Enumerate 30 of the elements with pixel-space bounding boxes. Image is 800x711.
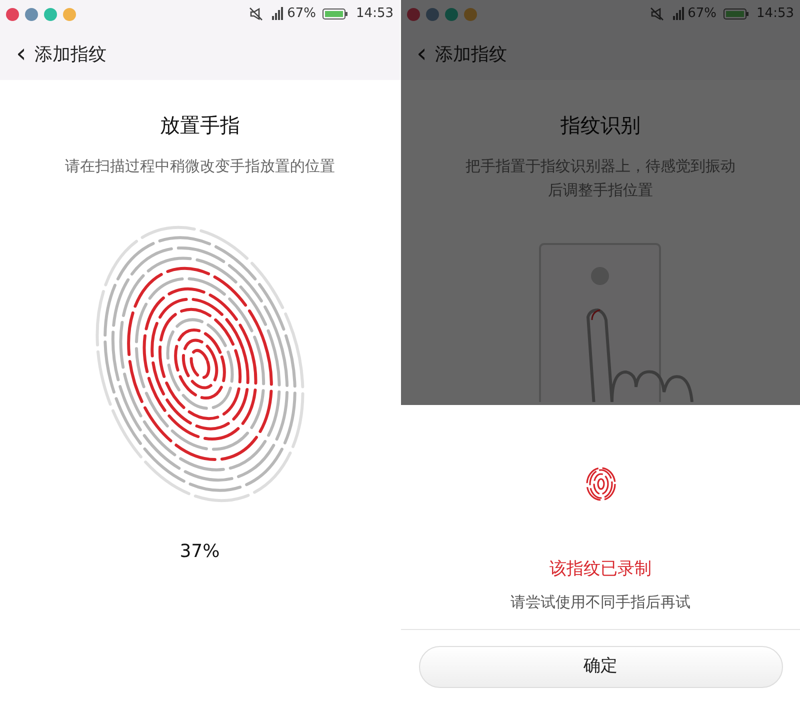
battery-icon xyxy=(722,8,749,20)
step-title: 放置手指 xyxy=(160,112,240,139)
status-time: 14:53 xyxy=(756,5,794,24)
notification-icon xyxy=(44,8,57,20)
mute-icon xyxy=(249,7,264,21)
notification-icon xyxy=(444,8,458,20)
back-button[interactable]: ‹ xyxy=(16,41,26,67)
step-title: 指纹识别 xyxy=(560,112,640,139)
notification-icon xyxy=(6,8,19,20)
notification-icon xyxy=(464,8,476,20)
signal-icon xyxy=(271,7,284,21)
notification-icon xyxy=(25,8,38,20)
notification-icon xyxy=(406,8,420,20)
mute-icon xyxy=(650,7,664,21)
signal-icon xyxy=(672,7,684,21)
step-instructions: 请在扫描过程中稍微改变手指放置的位置 xyxy=(64,156,336,177)
battery-percent: 67% xyxy=(688,5,717,24)
alert-message: 请尝试使用不同手指后再试 xyxy=(510,592,690,612)
notification-icon xyxy=(426,8,438,20)
page-title: 添加指纹 xyxy=(34,42,106,66)
notification-icon xyxy=(63,8,76,20)
battery-percent: 67% xyxy=(287,5,316,24)
progress-percent: 37% xyxy=(180,540,220,564)
status-time: 14:53 xyxy=(356,5,394,24)
fingerprint-icon xyxy=(586,467,616,501)
page-title: 添加指纹 xyxy=(434,42,507,66)
battery-icon xyxy=(322,8,348,20)
alert-title: 该指纹已录制 xyxy=(550,558,652,581)
step-instructions: 把手指置于指纹识别器上，待感觉到振动后调整手指位置 xyxy=(464,156,736,201)
confirm-button[interactable]: 确定 xyxy=(418,646,782,688)
